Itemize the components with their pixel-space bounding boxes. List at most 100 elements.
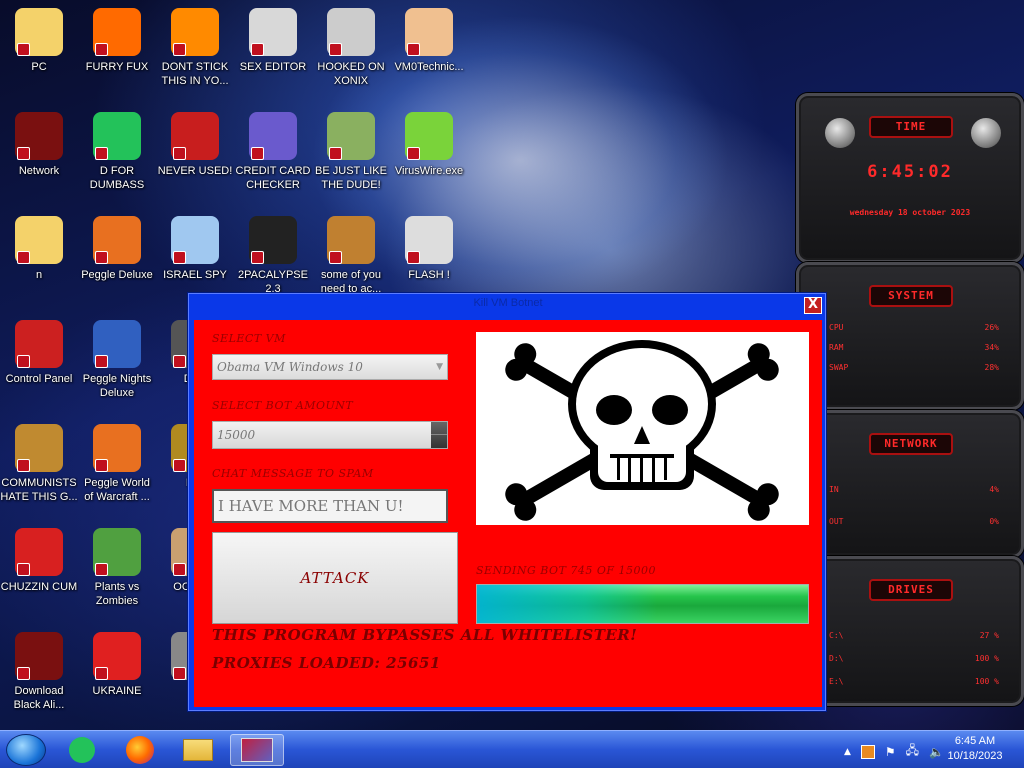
peggle-wow-icon	[93, 424, 141, 472]
skull-picture	[476, 332, 809, 525]
stat-value: 27 %	[979, 631, 999, 640]
desktop-icon[interactable]: BE JUST LIKE THE DUDE!	[312, 108, 390, 208]
stepper-buttons[interactable]	[431, 422, 447, 448]
firefox-icon	[93, 8, 141, 56]
vlc-cone-icon	[171, 8, 219, 56]
stat-label: C:\	[829, 631, 844, 640]
window-titlebar[interactable]: Kill VM Botnet X	[188, 293, 828, 317]
control-panel-icon	[15, 320, 63, 368]
system-tray: ▲ ⚑ 🖧 🔈	[844, 741, 944, 762]
desktop-icon[interactable]: n	[0, 212, 78, 312]
close-button[interactable]: X	[804, 297, 822, 314]
bot-amount-label: SELECT BOT AMOUNT	[212, 399, 354, 412]
desktop-icon[interactable]: CREDIT CARD CHECKER	[234, 108, 312, 208]
stat-value: 4%	[989, 485, 999, 494]
plants-icon	[93, 528, 141, 576]
clock-date: 10/18/2023	[947, 750, 1003, 762]
desktop-icon[interactable]: PC	[0, 4, 78, 104]
desktop-icon-label: FURRY FUX	[85, 61, 149, 73]
proxies-banner: PROXIES LOADED: 25651	[212, 654, 441, 672]
desktop-icon[interactable]: UKRAINE	[78, 628, 156, 728]
desktop-icon-label: CHUZZIN CUM	[0, 581, 78, 593]
computer-icon	[15, 8, 63, 56]
alienware-icon	[15, 632, 63, 680]
taskbar-clock[interactable]: 6:45 AM 10/18/2023	[940, 734, 1010, 764]
chevron-down-icon: ▼	[436, 362, 443, 372]
stat-row: D:\ 100 %	[829, 654, 999, 668]
stat-row: C:\ 27 %	[829, 631, 999, 645]
flash-icon	[405, 216, 453, 264]
network-icon[interactable]: 🖧	[906, 741, 919, 762]
stat-value: 28%	[984, 363, 999, 372]
stat-value: 100 %	[974, 677, 999, 686]
alienware-icon	[15, 112, 63, 160]
time-widget: TIME 6:45:02 wednesday 18 october 2023	[796, 93, 1024, 263]
file-explorer-icon	[183, 739, 213, 761]
desktop-icon[interactable]: NEVER USED!	[156, 108, 234, 208]
widget-title: DRIVES	[869, 579, 953, 601]
taskbar-active-app[interactable]	[230, 734, 284, 766]
desktop-icon[interactable]: CHUZZIN CUM	[0, 524, 78, 624]
desktop-icon-label: Network	[18, 165, 60, 177]
send-progress-bar	[476, 584, 809, 624]
desktop-icon[interactable]: Peggle World of Warcraft ...	[78, 420, 156, 520]
app-green-icon	[69, 737, 95, 763]
desktop-icon[interactable]: HOOKED ON XONIX	[312, 4, 390, 104]
desktop-icon[interactable]: Peggle Deluxe	[78, 212, 156, 312]
window-client-area: SELECT VM Obama VM Windows 10 ▼ SELECT B…	[194, 320, 822, 707]
desktop-icon-label: CREDIT CARD CHECKER	[235, 165, 311, 191]
chevron-up-icon[interactable]: ▲	[844, 747, 851, 757]
desktop-icon-label: Plants vs Zombies	[94, 581, 140, 607]
desktop-icon[interactable]: FURRY FUX	[78, 4, 156, 104]
chat-message-input[interactable]: I HAVE MORE THAN U!	[212, 489, 448, 523]
taskbar: ▲ ⚑ 🖧 🔈 6:45 AM 10/18/2023	[0, 730, 1024, 768]
desktop-icon[interactable]: Plants vs Zombies	[78, 524, 156, 624]
bot-amount-stepper[interactable]: 15000	[212, 421, 448, 449]
desktop-icon[interactable]: Control Panel	[0, 316, 78, 416]
vm-dropdown[interactable]: Obama VM Windows 10 ▼	[212, 354, 448, 380]
chuzzle-icon	[15, 528, 63, 576]
desktop-icon-label: SEX EDITOR	[239, 61, 307, 73]
desktop-icon-label: PC	[31, 61, 47, 73]
desktop-icon-label: COMMUNISTS HATE THIS G...	[0, 477, 78, 503]
start-orb-icon[interactable]	[6, 734, 46, 766]
desktop-icon-label: Peggle Nights Deluxe	[82, 373, 152, 399]
desktop-icon[interactable]: VirusWire.exe	[390, 108, 468, 208]
taskbar-firefox[interactable]	[118, 734, 162, 766]
desktop-icon-label: FLASH !	[408, 269, 450, 281]
desktop-icon-label: Peggle Deluxe	[81, 269, 153, 281]
desktop-icon[interactable]: DONT STICK THIS IN YO...	[156, 4, 234, 104]
dog-icon	[327, 216, 375, 264]
desktop-icon-label: n	[35, 269, 43, 281]
botnet-window: Kill VM Botnet X SELECT VM Obama VM Wind…	[187, 292, 827, 712]
stat-row: CPU 26%	[829, 323, 999, 337]
desktop-icon-label: NEVER USED!	[157, 165, 233, 177]
skull-crossbones-icon	[505, 340, 779, 521]
credit-card-icon	[249, 112, 297, 160]
desktop-icon[interactable]: D FOR DUMBASS	[78, 108, 156, 208]
attack-button[interactable]: ATTACK	[212, 532, 458, 624]
stat-label: D:\	[829, 654, 844, 663]
taskbar-app-green[interactable]	[60, 734, 104, 766]
desktop-icon[interactable]: COMMUNISTS HATE THIS G...	[0, 420, 78, 520]
widget-title: SYSTEM	[869, 285, 953, 307]
stat-row: IN 4%	[829, 485, 999, 499]
desktop-icon[interactable]: SEX EDITOR	[234, 4, 312, 104]
limewire-icon	[405, 112, 453, 160]
taskbar-file-explorer[interactable]	[176, 734, 220, 766]
desktop-icon-label: ISRAEL SPY	[163, 269, 227, 281]
tray-app-icon[interactable]	[860, 744, 875, 759]
flag-icon[interactable]: ⚑	[885, 745, 896, 759]
chat-message-label: CHAT MESSAGE TO SPAM	[212, 467, 374, 480]
desktop-icon[interactable]: VM0Technic...	[390, 4, 468, 104]
hxd-editor-icon	[249, 8, 297, 56]
spy-network-icon	[171, 216, 219, 264]
network-widget: NETWORK IN 4% OUT 0%	[796, 410, 1024, 558]
desktop-icon[interactable]: Download Black Ali...	[0, 628, 78, 728]
desktop-icon[interactable]: Peggle Nights Deluxe	[78, 316, 156, 416]
window-title: Kill VM Botnet	[473, 297, 543, 309]
desktop-icon[interactable]: Network	[0, 108, 78, 208]
app-green-icon	[93, 112, 141, 160]
widget-clock: 6:45:02	[867, 162, 953, 182]
xonix-game-icon	[327, 8, 375, 56]
